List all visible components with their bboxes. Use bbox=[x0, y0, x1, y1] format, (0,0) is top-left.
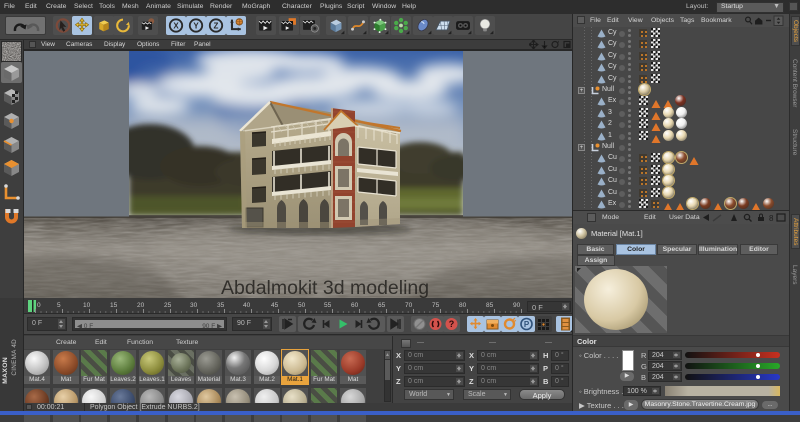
svg-text:70: 70 bbox=[405, 302, 413, 309]
svg-text:65: 65 bbox=[378, 302, 386, 309]
svg-text:75: 75 bbox=[432, 302, 440, 309]
svg-text:Abdalmokit 3d modeling: Abdalmokit 3d modeling bbox=[221, 277, 429, 298]
svg-text:80: 80 bbox=[459, 302, 467, 309]
svg-text:Y: Y bbox=[193, 21, 199, 30]
svg-text:60: 60 bbox=[351, 302, 359, 309]
svg-text:55: 55 bbox=[324, 302, 332, 309]
svg-text:0: 0 bbox=[37, 302, 41, 309]
svg-text:15: 15 bbox=[110, 302, 118, 309]
svg-text:P: P bbox=[524, 320, 530, 329]
svg-text:50: 50 bbox=[298, 302, 306, 309]
svg-text:25: 25 bbox=[164, 302, 172, 309]
svg-text:35: 35 bbox=[217, 302, 225, 309]
svg-text:5: 5 bbox=[57, 302, 61, 309]
svg-text:85: 85 bbox=[486, 302, 494, 309]
svg-text:45: 45 bbox=[271, 302, 279, 309]
svg-text:8: 8 bbox=[769, 214, 774, 222]
svg-text:Z: Z bbox=[214, 21, 219, 30]
svg-text:30: 30 bbox=[190, 302, 198, 309]
svg-text:?: ? bbox=[449, 319, 455, 329]
svg-text:20: 20 bbox=[137, 302, 145, 309]
svg-text:90: 90 bbox=[513, 302, 521, 309]
svg-text:10: 10 bbox=[83, 302, 91, 309]
svg-text:X: X bbox=[173, 21, 179, 30]
svg-text:40: 40 bbox=[243, 302, 251, 309]
